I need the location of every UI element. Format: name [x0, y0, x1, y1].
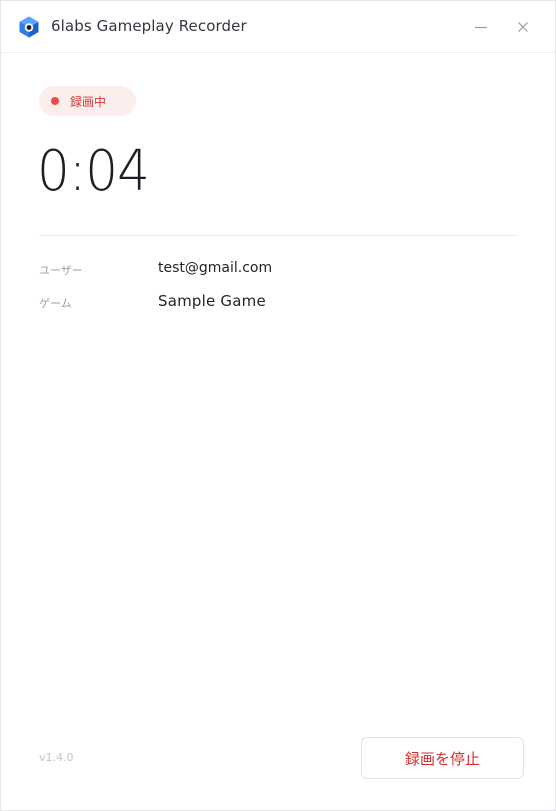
app-version: v1.4.0	[39, 751, 74, 764]
app-logo-icon	[17, 15, 41, 39]
game-label: ゲーム	[39, 297, 72, 310]
close-icon	[518, 22, 528, 32]
minimize-button[interactable]	[467, 13, 495, 41]
elapsed-timer: 0:04	[37, 139, 150, 204]
title-bar[interactable]: 6labs Gameplay Recorder	[1, 1, 555, 53]
app-title: 6labs Gameplay Recorder	[51, 17, 247, 35]
recording-status-badge: 録画中	[39, 86, 136, 116]
recorder-window: 6labs Gameplay Recorder 録画中 0:04 ユーザー te…	[0, 0, 556, 811]
user-label: ユーザー	[39, 264, 83, 277]
minimize-icon	[475, 26, 487, 29]
recording-status-label: 録画中	[70, 95, 107, 109]
close-button[interactable]	[509, 13, 537, 41]
recording-dot-icon	[51, 97, 59, 105]
game-value: Sample Game	[158, 292, 266, 310]
user-value: test@gmail.com	[158, 260, 273, 276]
section-divider	[39, 235, 518, 236]
stop-recording-button[interactable]: 録画を停止	[361, 737, 524, 779]
